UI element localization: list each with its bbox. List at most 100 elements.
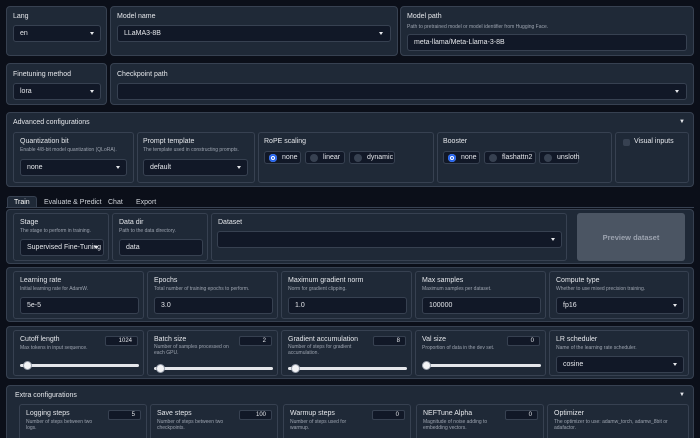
batch-label: Batch size [154, 336, 187, 343]
extra-header[interactable]: Extra configurations ▼ [7, 386, 693, 403]
advanced-panel: Advanced configurations ▼ Quantization b… [6, 112, 694, 187]
epochs-input[interactable]: 3.0 [154, 297, 273, 314]
grad-acc-number-input[interactable]: 8 [373, 336, 406, 346]
collapse-triangle-icon: ▼ [679, 392, 685, 398]
save-value: 100 [255, 412, 266, 418]
booster-card: Booster none flashattn2 unsloth [437, 132, 612, 183]
val-size-hint: Proportion of data in the dev set. [422, 345, 495, 351]
warmup-number-input[interactable]: 0 [372, 410, 405, 420]
val-size-value: 0 [530, 338, 534, 344]
radio-selected-icon [448, 153, 456, 162]
chevron-down-icon [675, 90, 679, 93]
val-size-slider-track[interactable] [422, 364, 541, 367]
chevron-down-icon [116, 166, 120, 169]
preview-dataset-button[interactable]: Preview dataset [577, 213, 685, 261]
chevron-down-icon [94, 246, 98, 249]
save-label: Save steps [157, 410, 192, 417]
cutoff-slider-thumb[interactable] [23, 361, 33, 370]
finetuning-select[interactable]: lora [13, 83, 101, 100]
booster-option-flashattn2[interactable]: flashattn2 [484, 151, 536, 164]
extra-title: Extra configurations [15, 392, 77, 399]
prompt-select[interactable]: default [143, 159, 248, 176]
learning-rate-label: Learning rate [20, 277, 62, 284]
cutoff-number-input[interactable]: 1024 [105, 336, 138, 346]
model-path-value: meta-llama/Meta-Llama-3-8B [414, 39, 505, 46]
cutoff-hint: Max tokens in input sequence. [20, 345, 88, 351]
chevron-down-icon [90, 90, 94, 93]
rope-option-none[interactable]: none [264, 151, 301, 164]
quant-value: none [27, 164, 43, 171]
rope-option-linear[interactable]: linear [305, 151, 345, 164]
learning-rate-card: Learning rate Initial learning rate for … [13, 271, 144, 319]
prompt-value: default [150, 164, 172, 171]
max-grad-input[interactable]: 1.0 [288, 297, 407, 314]
data-dir-hint: Path to the data directory. [119, 228, 176, 234]
stage-select[interactable]: Supervised Fine-Tuning [20, 239, 104, 256]
finetuning-value: lora [20, 88, 32, 95]
quant-card: Quantization bit Enable 4/8-bit model qu… [13, 132, 134, 183]
advanced-title: Advanced configurations [13, 119, 90, 126]
checkpoint-panel: Checkpoint path [110, 63, 694, 105]
save-hint: Number of steps between two checkpoints. [157, 419, 224, 431]
grad-acc-label: Gradient accumulation [288, 336, 359, 343]
model-name-select[interactable]: LLaMA3-8B [117, 25, 391, 42]
stage-label: Stage [20, 219, 39, 226]
scheduler-hint: Name of the learning rate scheduler. [556, 345, 637, 351]
grad-acc-slider-thumb[interactable] [291, 364, 301, 373]
train-row-a: Stage The stage to perform in training. … [6, 209, 694, 264]
logging-number-input[interactable]: 5 [108, 410, 141, 420]
cutoff-value: 1024 [118, 338, 132, 344]
radio-selected-icon [269, 153, 277, 162]
scheduler-value: cosine [563, 361, 584, 368]
advanced-header[interactable]: Advanced configurations ▼ [7, 113, 693, 130]
visual-checkbox[interactable] [623, 139, 630, 146]
rope-card: RoPE scaling none linear dynamic [258, 132, 434, 183]
model-name-value: LLaMA3-8B [124, 30, 161, 37]
booster-option-none[interactable]: none [443, 151, 480, 164]
max-samples-input[interactable]: 100000 [422, 297, 541, 314]
preview-dataset-label: Preview dataset [602, 232, 660, 242]
warmup-hint: Number of steps used for warmup. [290, 419, 347, 431]
batch-hint: Number of samples processed on each GPU. [154, 344, 229, 356]
epochs-value: 3.0 [161, 302, 171, 309]
grad-acc-hint: Number of steps for gradient accumulatio… [288, 344, 352, 356]
data-dir-card: Data dir Path to the data directory. dat… [112, 213, 208, 261]
radio-unselected-icon [489, 153, 497, 162]
booster-option-label: unsloth [557, 154, 580, 161]
learning-rate-input[interactable]: 5e-5 [20, 297, 139, 314]
neftune-number-input[interactable]: 0 [505, 410, 538, 420]
scheduler-select[interactable]: cosine [556, 356, 684, 373]
quant-select[interactable]: none [20, 159, 127, 176]
dataset-select[interactable] [217, 231, 562, 248]
cutoff-label: Cutoff length [20, 336, 60, 343]
booster-option-unsloth[interactable]: unsloth [539, 151, 580, 164]
batch-slider-thumb[interactable] [156, 364, 166, 373]
max-samples-card: Max samples Maximum samples per dataset.… [415, 271, 546, 319]
batch-number-input[interactable]: 2 [239, 336, 272, 346]
neftune-card: NEFTune Alpha Magnitude of noise adding … [416, 404, 544, 438]
stage-value: Supervised Fine-Tuning [27, 244, 102, 251]
max-samples-hint: Maximum samples per dataset. [422, 286, 492, 292]
model-path-input[interactable]: meta-llama/Meta-Llama-3-8B [407, 34, 687, 51]
max-grad-hint: Norm for gradient clipping. [288, 286, 347, 292]
batch-slider-track[interactable] [154, 367, 273, 370]
compute-type-label: Compute type [556, 277, 600, 284]
epochs-card: Epochs Total number of training epochs t… [147, 271, 278, 319]
val-size-number-input[interactable]: 0 [507, 336, 540, 346]
compute-type-select[interactable]: fp16 [556, 297, 684, 314]
lang-select[interactable]: en [13, 25, 101, 42]
rope-option-dynamic[interactable]: dynamic [349, 151, 395, 164]
save-number-input[interactable]: 100 [239, 410, 272, 420]
cutoff-card: Cutoff length Max tokens in input sequen… [13, 330, 144, 376]
data-dir-input[interactable]: data [119, 239, 203, 256]
grad-acc-slider-track[interactable] [288, 367, 407, 370]
checkpoint-select[interactable] [117, 83, 687, 100]
neftune-label: NEFTune Alpha [423, 410, 473, 417]
max-samples-label: Max samples [422, 277, 464, 284]
visual-card[interactable]: Visual inputs [615, 132, 689, 183]
val-size-slider-thumb[interactable] [422, 361, 431, 370]
visual-label: Visual inputs [634, 138, 674, 145]
rope-label: RoPE scaling [264, 138, 307, 145]
cutoff-slider-track[interactable] [20, 364, 139, 367]
warmup-label: Warmup steps [290, 410, 335, 417]
